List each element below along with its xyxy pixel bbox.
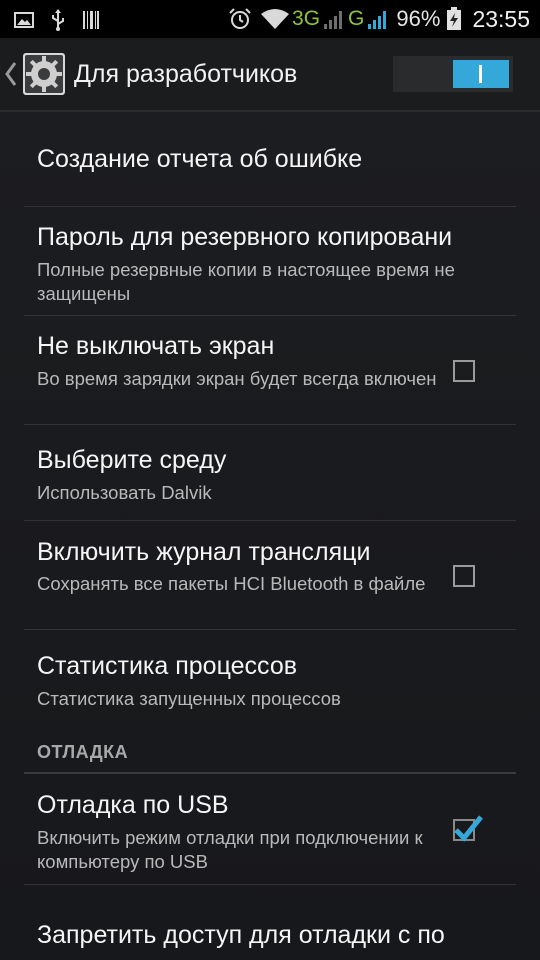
item-title: Не выключать экран [37,332,275,360]
item-title: Запретить доступ для отладки с по [37,921,445,949]
list-item-stay-awake[interactable]: Не выключать экран Во время зарядки экра… [0,316,540,424]
wifi-icon [261,9,290,29]
item-title: Статистика процессов [37,652,297,680]
item-summary: Использовать Dalvik [37,482,212,503]
battery-charging-icon [447,7,462,30]
item-summary: Сохранять все пакеты HCI Bluetooth в фай… [37,573,426,594]
list-item-revoke-usb-debugging[interactable]: Запретить доступ для отладки с по [0,885,540,960]
item-summary: Статистика запущенных процессов [37,688,341,709]
item-title: Включить журнал трансляци [37,538,371,566]
back-chevron-icon[interactable] [4,60,18,88]
settings-gear-icon[interactable] [22,52,66,96]
alarm-icon [229,8,251,29]
system-icons: 3G G 96% 23:55 [228,0,530,38]
item-summary: Во время зарядки экран будет всегда вклю… [37,368,437,389]
bluetooth-hci-log-checkbox[interactable] [453,565,475,587]
switch-thumb-on[interactable] [453,60,509,88]
usb-icon [52,9,64,31]
image-icon [14,12,34,28]
list-item-bluetooth-hci-log[interactable]: Включить журнал трансляци Сохранять все … [0,521,540,629]
item-summary: Полные резервные копии в настоящее время… [37,259,455,304]
list-item-usb-debugging[interactable]: Отладка по USB Включить режим отладки пр… [0,775,540,883]
developer-options-switch[interactable] [393,56,513,92]
section-header-debugging: ОТЛАДКА [37,742,129,762]
network-3g-label: 3G [292,7,321,30]
network-g-label: G [348,7,365,30]
list-item-select-runtime[interactable]: Выберите среду Использовать Dalvik [0,425,540,520]
stay-awake-checkbox[interactable] [453,360,475,382]
list-item-process-stats[interactable]: Статистика процессов Статистика запущенн… [0,630,540,726]
checkmark-icon [454,815,483,842]
section-divider [24,772,516,774]
list-item-backup-password[interactable]: Пароль для резервного копировани Полные … [0,207,540,315]
list-item-bug-report[interactable]: Создание отчета об ошибке [0,112,540,206]
page-title: Для разработчиков [74,60,298,88]
signal-strength-icon-sim2 [368,11,387,29]
barcode-icon [83,11,99,29]
action-bar: Для разработчиков [0,38,540,112]
battery-percent: 96% [396,6,441,31]
clock: 23:55 [472,5,530,32]
settings-list: Создание отчета об ошибке Пароль для рез… [0,112,540,960]
item-title: Пароль для резервного копировани [37,223,453,251]
item-title: Выберите среду [37,446,227,474]
item-summary: Включить режим отладки при подключении к… [37,827,423,872]
item-title: Создание отчета об ошибке [37,145,363,173]
status-bar: 3G G 96% 23:55 [0,0,540,38]
signal-strength-icon-sim1 [324,11,343,29]
item-title: Отладка по USB [37,791,229,819]
notification-icons [14,9,100,31]
usb-debugging-checkbox[interactable] [453,815,483,842]
